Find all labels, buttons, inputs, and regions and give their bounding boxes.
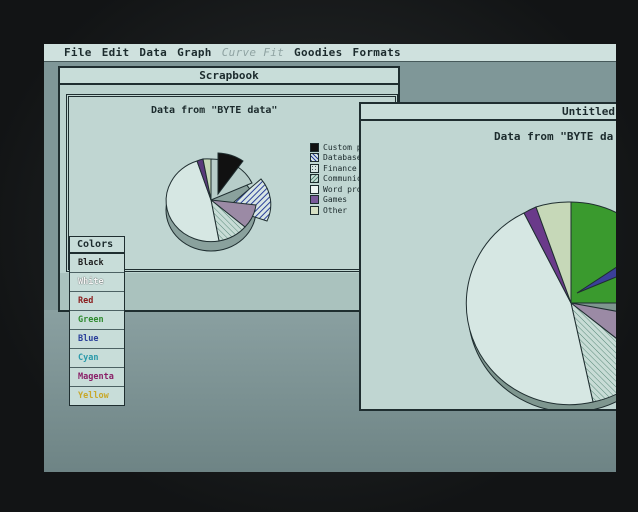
legend-swatch [310,195,319,205]
untitled-title: Untitled [562,105,615,118]
scrapbook-titlebar[interactable]: Scrapbook [60,68,398,85]
legend-label: Other [323,205,348,215]
scrapbook-title: Scrapbook [199,69,259,82]
menu-graph[interactable]: Graph [177,46,212,59]
colors-palette-title: Colors [70,237,124,254]
untitled-content: Data from "BYTE da [361,121,616,409]
color-green[interactable]: Green [70,311,124,330]
legend-swatch [310,163,319,173]
menu-data[interactable]: Data [139,46,167,59]
legend-item: Database [310,153,366,164]
scrapbook-legend: Custom p Database Finance Communic Word … [310,142,366,216]
color-yellow[interactable]: Yellow [70,387,124,405]
legend-label: Communic [323,174,362,184]
untitled-slice-green [570,201,616,304]
legend-item: Finance [310,163,366,174]
menu-curve-fit[interactable]: Curve Fit [222,46,284,59]
color-cyan[interactable]: Cyan [70,349,124,368]
legend-item: Other [310,205,366,216]
menu-file[interactable]: File [64,46,92,59]
menu-formats[interactable]: Formats [353,46,401,59]
legend-swatch [310,174,319,184]
color-white[interactable]: White [70,273,124,292]
color-magenta[interactable]: Magenta [70,368,124,387]
legend-swatch [310,153,319,163]
legend-label: Custom p [323,142,362,152]
color-blue[interactable]: Blue [70,330,124,349]
legend-label: Games [323,195,348,205]
menu-goodies[interactable]: Goodies [294,46,342,59]
colors-palette: Colors Black White Red Green Blue Cyan M… [69,236,125,406]
legend-swatch [310,184,319,194]
untitled-window[interactable]: Untitled Data from "BYTE da [359,102,616,411]
screen: File Edit Data Graph Curve Fit Goodies F… [44,44,616,472]
untitled-titlebar[interactable]: Untitled [361,104,616,121]
legend-swatch [310,142,319,152]
legend-label: Database [323,153,362,163]
legend-item: Games [310,195,366,206]
legend-item: Word proc [310,184,366,195]
menu-bar: File Edit Data Graph Curve Fit Goodies F… [44,44,616,62]
legend-item: Communic [310,174,366,185]
menu-edit[interactable]: Edit [102,46,130,59]
legend-label: Finance [323,163,357,173]
color-black[interactable]: Black [70,254,124,273]
untitled-pie-chart [465,201,616,409]
color-red[interactable]: Red [70,292,124,311]
legend-item: Custom p [310,142,366,153]
legend-swatch [310,205,319,215]
